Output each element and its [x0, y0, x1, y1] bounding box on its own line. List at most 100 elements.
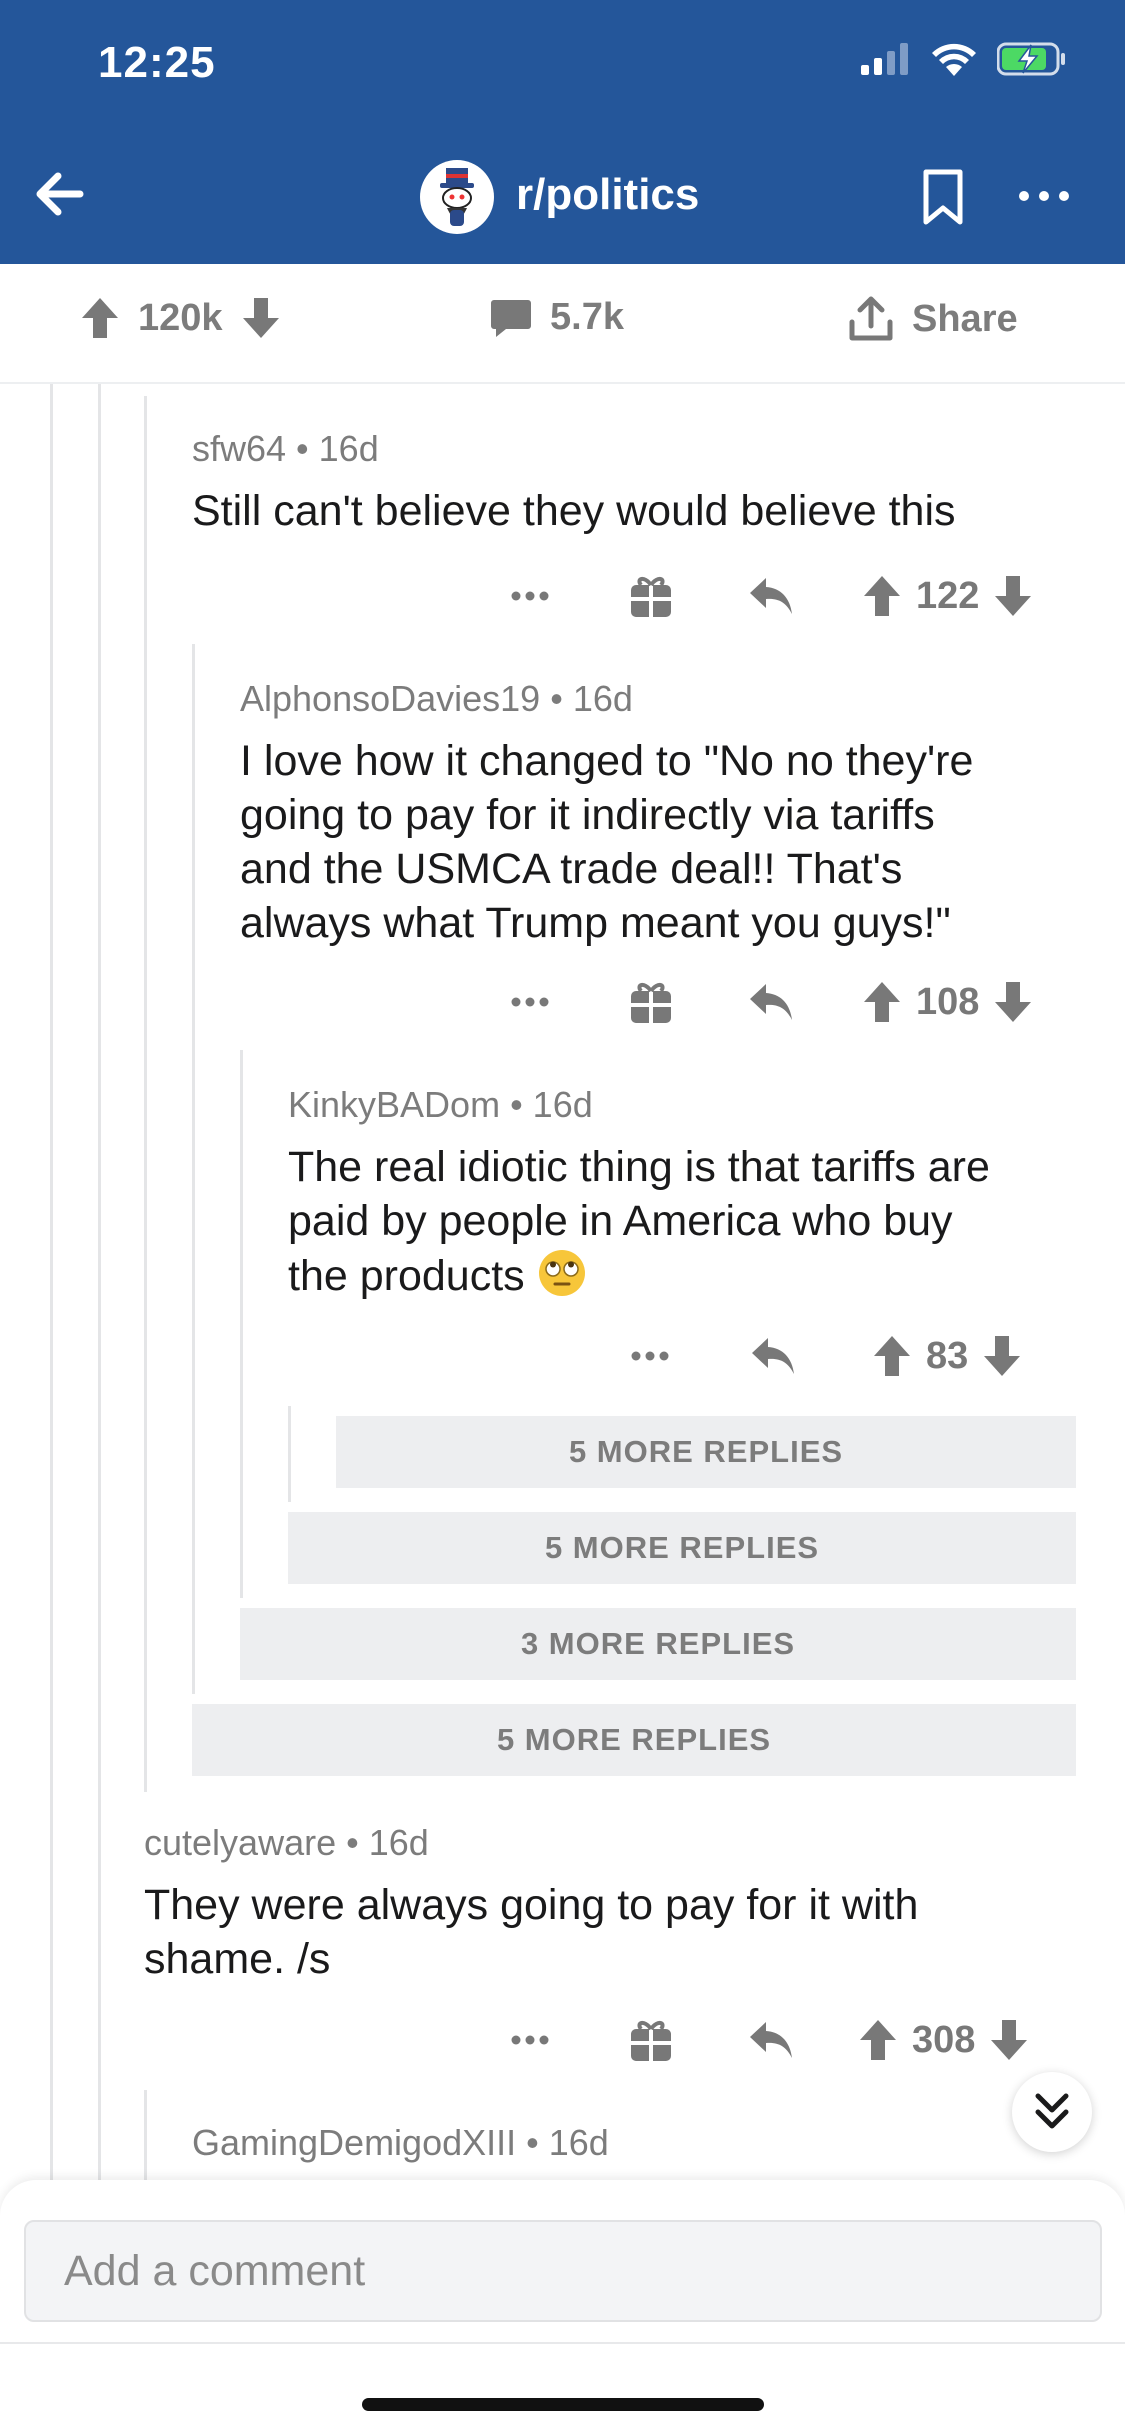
comment-body: They were always going to pay for it wit… [144, 1878, 1094, 1986]
comment-body: The real idiotic thing is that tariffs a… [288, 1140, 1108, 1303]
comment-meta: KinkyBADom • 16d [288, 1084, 593, 1125]
downvote-icon[interactable] [993, 980, 1033, 1024]
comment-meta: GamingDemigodXIII • 16d [192, 2122, 609, 2163]
bookmark-icon[interactable] [920, 168, 966, 226]
comment-score: 308 [912, 2018, 976, 2061]
more-replies-button[interactable]: 3 MORE REPLIES [240, 1608, 1076, 1680]
share-icon [849, 296, 893, 341]
thread-line [240, 1050, 243, 1598]
comment-body: I love how it changed to "No no they're … [240, 734, 1100, 950]
more-dots-icon [511, 591, 549, 601]
thread-line [50, 384, 53, 2180]
thread-line [98, 384, 101, 2180]
next-comment-button[interactable] [1012, 2072, 1092, 2152]
more-dots-icon[interactable] [1014, 176, 1074, 216]
reply-button[interactable] [750, 1326, 796, 1386]
post-score: 120k [138, 296, 223, 339]
reply-button[interactable] [748, 972, 794, 1032]
thread-line [192, 644, 195, 1694]
subreddit-name[interactable]: r/politics [516, 170, 699, 220]
comment-author[interactable]: cutelyaware [144, 1822, 336, 1863]
upvote-icon[interactable] [862, 980, 902, 1024]
comment-author[interactable]: KinkyBADom [288, 1084, 500, 1125]
comment-body-line: shame. /s [144, 1935, 331, 1983]
home-indicator[interactable] [362, 2398, 764, 2411]
upvote-icon[interactable] [80, 296, 120, 340]
comment-more-button[interactable] [510, 972, 550, 1032]
comment-body-line: going to pay for it indirectly via tarif… [240, 791, 935, 839]
comment-age: 16d [548, 2122, 609, 2163]
gift-icon [631, 983, 671, 1023]
more-dots-icon [511, 2035, 549, 2045]
post-action-bar: 120k 5.7k Share [0, 264, 1125, 384]
reply-button[interactable] [748, 2010, 794, 2070]
vote-group: 122 [862, 566, 1033, 626]
more-replies-button[interactable]: 5 MORE REPLIES [336, 1416, 1076, 1488]
post-vote-group: 120k [80, 296, 281, 340]
comment-actions: 83 [620, 1326, 1080, 1386]
comment: AlphonsoDavies19 • 16d I love how it chang… [240, 678, 1100, 950]
comment-actions: 122 [500, 566, 1080, 626]
app-header: 12:25 r/politics [0, 0, 1125, 264]
share-button[interactable]: Share [848, 296, 1018, 342]
comment-body-line: and the USMCA trade deal!! That's [240, 845, 903, 893]
share-label: Share [912, 297, 1018, 340]
upvote-icon[interactable] [858, 2018, 898, 2062]
more-dots-icon [511, 997, 549, 1007]
upvote-icon[interactable] [872, 1334, 912, 1378]
reply-icon [750, 2022, 792, 2058]
comment-age: 16d [572, 678, 633, 719]
comment-actions: 108 [500, 972, 1080, 1032]
thread-line [288, 1406, 291, 1502]
downvote-icon[interactable] [982, 1334, 1022, 1378]
battery-charging-icon [997, 42, 1065, 76]
post-comments-button[interactable]: 5.7k [490, 296, 624, 339]
comment-meta: AlphonsoDavies19 • 16d [240, 678, 633, 719]
reply-icon [752, 1338, 794, 1374]
gift-button[interactable] [628, 566, 674, 626]
vote-group: 108 [862, 972, 1033, 1032]
comment-author[interactable]: sfw64 [192, 428, 286, 469]
comment-more-button[interactable] [630, 1326, 670, 1386]
reply-button[interactable] [748, 566, 794, 626]
comment-body-line: paid by people in America who buy [288, 1197, 953, 1245]
comment-more-button[interactable] [510, 2010, 550, 2070]
comment-body-line: The real idiotic thing is that tariffs a… [288, 1143, 990, 1191]
wifi-icon [932, 43, 976, 76]
gift-icon [631, 2021, 671, 2061]
nav-bar: r/politics [0, 150, 1125, 244]
upvote-icon[interactable] [862, 574, 902, 618]
gift-button[interactable] [628, 2010, 674, 2070]
more-replies-button[interactable]: 5 MORE REPLIES [288, 1512, 1076, 1584]
thread-line [144, 396, 147, 1792]
chevron-double-down-icon [1035, 2093, 1069, 2129]
comment-composer [0, 2180, 1125, 2436]
gift-icon [631, 577, 671, 617]
subreddit-avatar[interactable] [420, 160, 494, 234]
comment-age: 16d [368, 1822, 429, 1863]
signal-icon [861, 43, 908, 75]
comment-body: Still can't believe they would believe t… [192, 487, 956, 535]
add-comment-input[interactable] [24, 2220, 1102, 2322]
gift-button[interactable] [628, 972, 674, 1032]
comment-body-line: They were always going to pay for it wit… [144, 1881, 919, 1929]
comment-score: 122 [916, 574, 980, 617]
comment: sfw64 • 16d Still can't believe they would… [192, 428, 1092, 538]
status-time: 12:25 [98, 38, 216, 87]
comment-icon [491, 299, 531, 337]
comment-score: 108 [916, 980, 980, 1023]
comment-more-button[interactable] [510, 566, 550, 626]
downvote-icon[interactable] [989, 2018, 1029, 2062]
vote-group: 308 [858, 2010, 1029, 2070]
downvote-icon[interactable] [993, 574, 1033, 618]
back-arrow-icon[interactable] [30, 164, 90, 224]
comment-age: 16d [532, 1084, 593, 1125]
downvote-icon[interactable] [241, 296, 281, 340]
more-replies-button[interactable]: 5 MORE REPLIES [192, 1704, 1076, 1776]
divider [0, 2342, 1125, 2344]
comment-meta: cutelyaware • 16d [144, 1822, 429, 1863]
comment-author[interactable]: AlphonsoDavies19 [240, 678, 540, 719]
post-comment-count: 5.7k [550, 296, 624, 338]
comment-author[interactable]: GamingDemigodXIII [192, 2122, 516, 2163]
comment-meta: sfw64 • 16d [192, 428, 379, 469]
